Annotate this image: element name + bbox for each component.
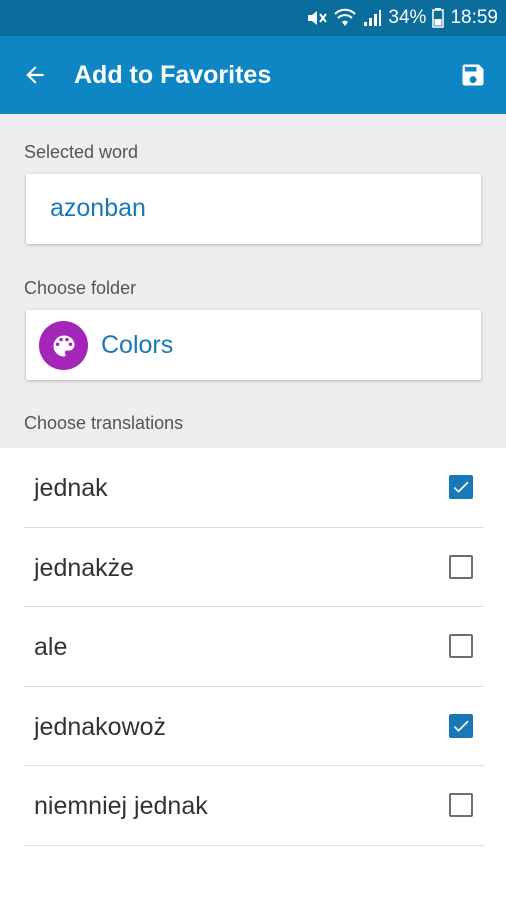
choose-folder-label: Choose folder bbox=[24, 278, 137, 298]
translation-checkbox[interactable] bbox=[449, 634, 473, 658]
folder-name: Colors bbox=[101, 331, 174, 359]
translation-row[interactable]: jednak bbox=[24, 448, 484, 528]
save-button[interactable] bbox=[456, 58, 490, 92]
translation-row[interactable]: jednakże bbox=[24, 528, 484, 607]
wifi-icon bbox=[334, 8, 357, 28]
form-area: Selected word azonban Choose folder Colo… bbox=[0, 114, 506, 448]
checkmark-icon bbox=[453, 720, 469, 732]
selected-word-value: azonban bbox=[50, 194, 146, 222]
signal-icon bbox=[362, 8, 382, 28]
translation-checkbox[interactable] bbox=[449, 554, 473, 579]
translation-label: niemniej jednak bbox=[34, 792, 208, 820]
translation-label: jednak bbox=[34, 474, 108, 502]
mute-icon bbox=[306, 8, 328, 28]
arrow-back-icon bbox=[26, 66, 44, 84]
translation-checkbox[interactable] bbox=[449, 475, 473, 499]
app-bar: Add to Favorites bbox=[0, 36, 506, 114]
translation-row[interactable]: ale bbox=[24, 607, 484, 687]
checkmark-icon bbox=[453, 481, 469, 493]
translation-checkbox[interactable] bbox=[449, 793, 473, 817]
page-title: Add to Favorites bbox=[74, 61, 272, 89]
translation-label: jednakże bbox=[34, 553, 135, 582]
translation-label: jednakowoż bbox=[34, 712, 167, 741]
status-bar: 34% 18:59 bbox=[0, 0, 506, 36]
battery-icon bbox=[432, 8, 445, 28]
selected-word-label: Selected word bbox=[24, 142, 139, 162]
translations-list: jednak jednakże ale jednakowoż niemniej … bbox=[0, 448, 506, 846]
palette-icon bbox=[53, 335, 74, 356]
translation-row[interactable]: jednakowoż bbox=[24, 687, 484, 766]
status-icons: 34% 18:59 bbox=[306, 0, 498, 36]
save-icon bbox=[462, 64, 484, 86]
folder-selector[interactable]: Colors bbox=[26, 310, 481, 380]
battery-percentage: 34% bbox=[388, 7, 427, 28]
translation-row[interactable]: niemniej jednak bbox=[24, 766, 484, 846]
folder-avatar bbox=[39, 321, 88, 370]
back-button[interactable] bbox=[18, 58, 52, 92]
translation-label: ale bbox=[34, 633, 68, 661]
selected-word-card[interactable]: azonban bbox=[26, 174, 481, 244]
translation-checkbox[interactable] bbox=[449, 713, 473, 738]
status-time: 18:59 bbox=[450, 7, 498, 28]
choose-translations-label: Choose translations bbox=[24, 413, 184, 433]
